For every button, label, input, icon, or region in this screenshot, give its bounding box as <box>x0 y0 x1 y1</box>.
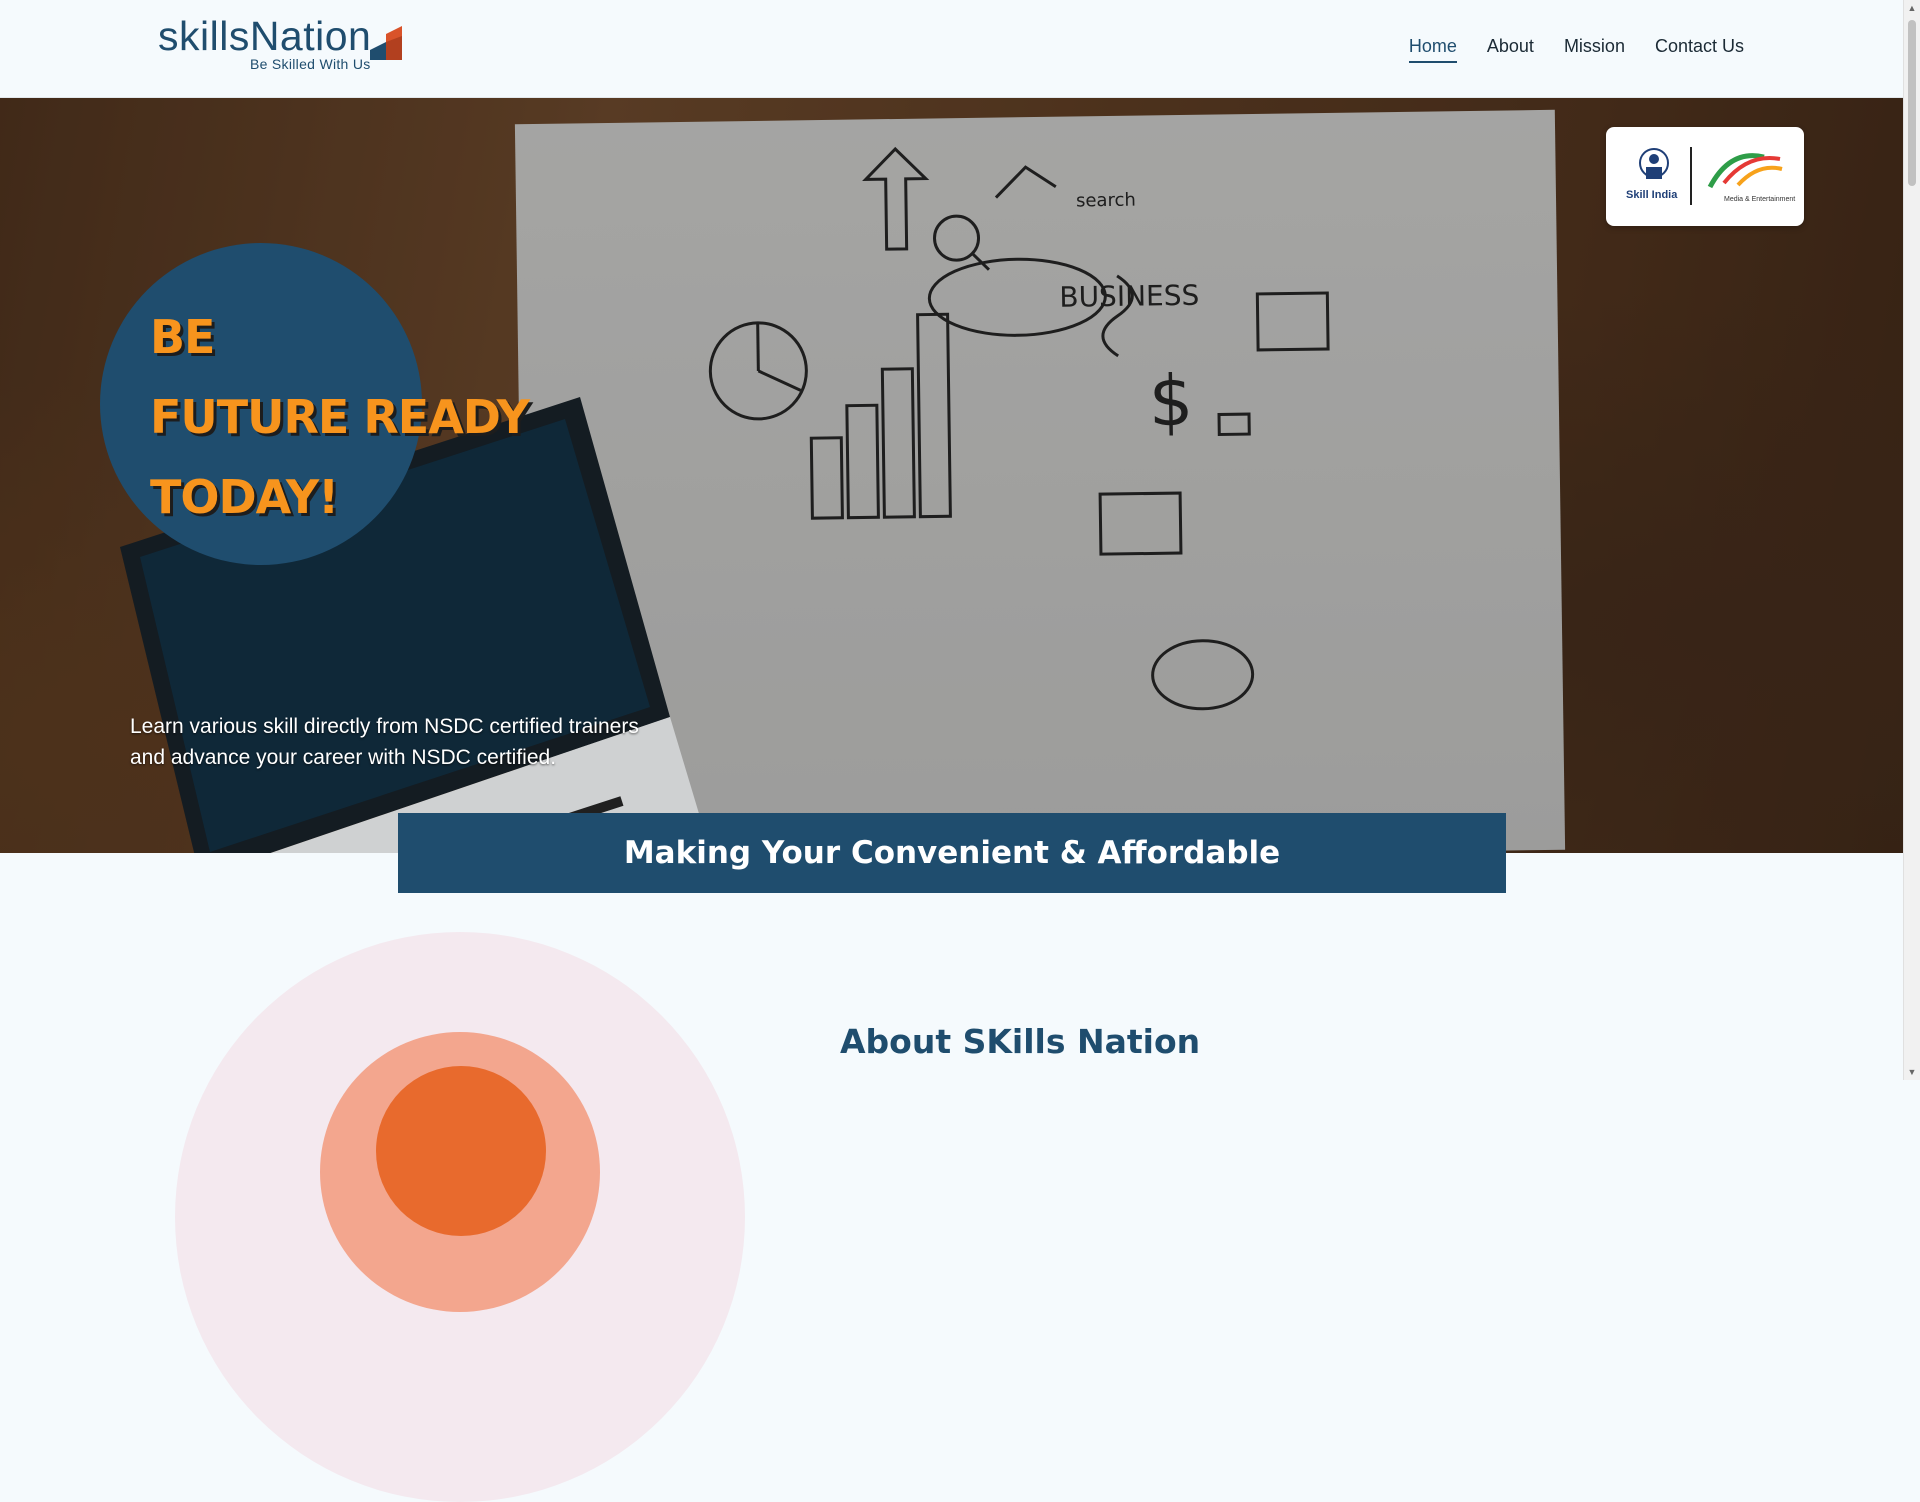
logo-mark-icon <box>370 26 402 60</box>
hero-subtitle-line1: Learn various skill directly from NSDC c… <box>130 715 639 738</box>
hero-subtitle: Learn various skill directly from NSDC c… <box>130 711 730 773</box>
scroll-down-arrow-icon[interactable]: ▼ <box>1907 1067 1917 1077</box>
about-decoration-core <box>376 1066 546 1236</box>
main-nav: Home About Mission Contact Us <box>1408 36 1744 63</box>
mesc-logo-icon <box>1707 153 1783 189</box>
banner-text: Making Your Convenient & Affordable <box>623 835 1281 871</box>
hero-section: BUSINESS search $ Skill India Media & En… <box>0 97 1904 853</box>
nav-about[interactable]: About <box>1487 36 1534 63</box>
site-logo[interactable]: skillsNation Be Skilled With Us <box>158 14 418 76</box>
nav-mission[interactable]: Mission <box>1564 36 1625 63</box>
skill-india-label: Skill India <box>1626 189 1678 201</box>
tagline-banner: Making Your Convenient & Affordable <box>398 813 1506 893</box>
about-section-title: About SKills Nation <box>840 1022 1201 1061</box>
nav-contact-us[interactable]: Contact Us <box>1655 36 1744 63</box>
nav-home[interactable]: Home <box>1408 36 1457 63</box>
partner-badges: Skill India Media & Entertainment <box>1606 127 1804 226</box>
scrollbar-thumb[interactable] <box>1908 20 1916 186</box>
mesc-label: Media & Entertainment <box>1724 196 1796 203</box>
site-header: skillsNation Be Skilled With Us Home Abo… <box>0 0 1904 98</box>
logo-wordmark: skillsNation <box>158 13 372 59</box>
badge-divider <box>1690 147 1692 205</box>
hero-subtitle-line2: and advance your career with NSDC certif… <box>130 746 557 769</box>
skill-india-logo-icon <box>1639 148 1669 179</box>
logo-tagline: Be Skilled With Us <box>250 56 371 72</box>
hero-title-line3: TODAY! <box>150 470 339 524</box>
hero-title-line2: FUTURE READY <box>150 390 530 444</box>
hero-title-line1: BE <box>150 310 215 364</box>
hero-title: BE FUTURE READY TODAY! <box>150 297 530 537</box>
page-scrollbar[interactable]: ▲ ▼ <box>1903 0 1920 1080</box>
scroll-up-arrow-icon[interactable]: ▲ <box>1907 3 1917 13</box>
